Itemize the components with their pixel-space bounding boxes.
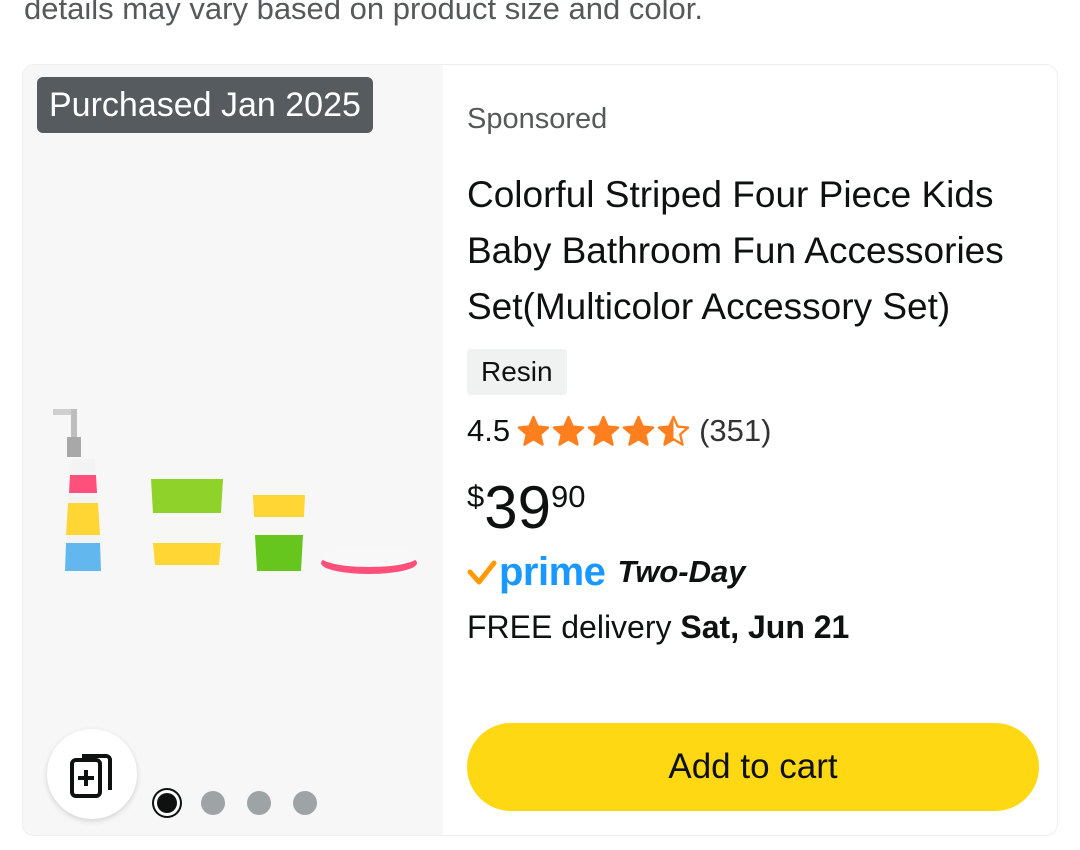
- compare-cards-icon: [70, 754, 112, 798]
- price-whole: 39: [484, 474, 551, 541]
- star-rating: [516, 414, 691, 449]
- pagination-dot[interactable]: [247, 791, 271, 815]
- product-image-panel[interactable]: Purchased Jan 2025: [23, 65, 443, 835]
- description-text: details may vary based on product size a…: [24, 0, 703, 26]
- rating-value: 4.5: [467, 413, 511, 448]
- star-icon: [657, 415, 690, 446]
- prime-speed: Two-Day: [617, 554, 746, 589]
- star-icon: [517, 415, 550, 446]
- sponsored-label: Sponsored: [467, 103, 608, 135]
- price-symbol: $: [467, 479, 485, 514]
- rating-row[interactable]: 4.5 (351): [467, 409, 771, 453]
- star-icon: [622, 415, 655, 446]
- price-fraction: 90: [551, 479, 586, 514]
- prime-word: prime: [499, 549, 606, 594]
- product-card[interactable]: Purchased Jan 2025 Sponsored Colorful St…: [22, 64, 1058, 836]
- product-image[interactable]: [43, 395, 423, 595]
- delivery-info: FREE delivery Sat, Jun 21: [467, 609, 849, 646]
- product-info: Sponsored Colorful Striped Four Piece Ki…: [467, 65, 1039, 835]
- image-pagination[interactable]: [155, 791, 317, 815]
- product-title[interactable]: Colorful Striped Four Piece Kids Baby Ba…: [467, 167, 1047, 335]
- delivery-prefix: FREE delivery: [467, 609, 681, 645]
- delivery-date: Sat, Jun 21: [680, 609, 850, 645]
- purchased-badge: Purchased Jan 2025: [37, 77, 373, 133]
- pagination-dot[interactable]: [201, 791, 225, 815]
- star-icon: [552, 415, 585, 446]
- prime-logo: prime: [467, 549, 606, 595]
- pagination-dot[interactable]: [293, 791, 317, 815]
- add-to-cart-button[interactable]: Add to cart: [467, 723, 1039, 811]
- price: $ 39 90: [467, 473, 585, 543]
- star-icon: [587, 415, 620, 446]
- prime-check-icon: [467, 560, 497, 585]
- compare-button[interactable]: [47, 729, 137, 819]
- prime-badge: prime Two-Day: [467, 549, 745, 595]
- variant-chip: Resin: [467, 349, 567, 395]
- review-count[interactable]: (351): [699, 413, 771, 449]
- pagination-dot[interactable]: [157, 793, 177, 813]
